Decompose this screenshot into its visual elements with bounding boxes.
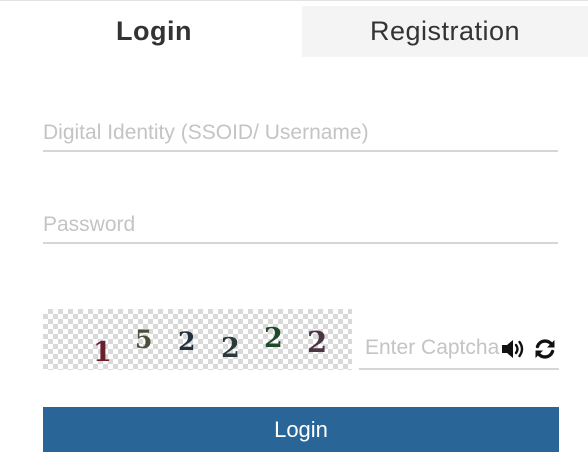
speaker-volume-icon[interactable] <box>500 336 526 362</box>
captcha-digit: 1 <box>93 337 112 368</box>
tab-login-label: Login <box>116 16 192 46</box>
tab-registration-label: Registration <box>369 16 521 46</box>
username-input[interactable] <box>43 116 558 150</box>
captcha-digit: 5 <box>135 325 153 354</box>
top-divider <box>0 0 588 1</box>
captcha-image: 1 5 2 2 2 2 <box>43 309 352 370</box>
tab-registration[interactable]: Registration <box>302 6 588 57</box>
captcha-field <box>359 330 559 370</box>
login-button[interactable]: Login <box>43 407 559 452</box>
captcha-digit: 2 <box>221 333 240 364</box>
captcha-digit: 2 <box>178 327 196 356</box>
password-input[interactable] <box>43 208 558 242</box>
login-page: Login Registration 1 5 2 2 2 2 Login <box>0 0 588 467</box>
login-button-label: Login <box>274 416 328 442</box>
password-field <box>43 208 558 244</box>
refresh-icon[interactable] <box>533 336 557 362</box>
captcha-input[interactable] <box>365 332 505 364</box>
username-field <box>43 116 558 152</box>
captcha-digit: 2 <box>307 325 328 359</box>
tab-login[interactable]: Login <box>6 6 302 57</box>
captcha-digit: 2 <box>264 323 283 354</box>
